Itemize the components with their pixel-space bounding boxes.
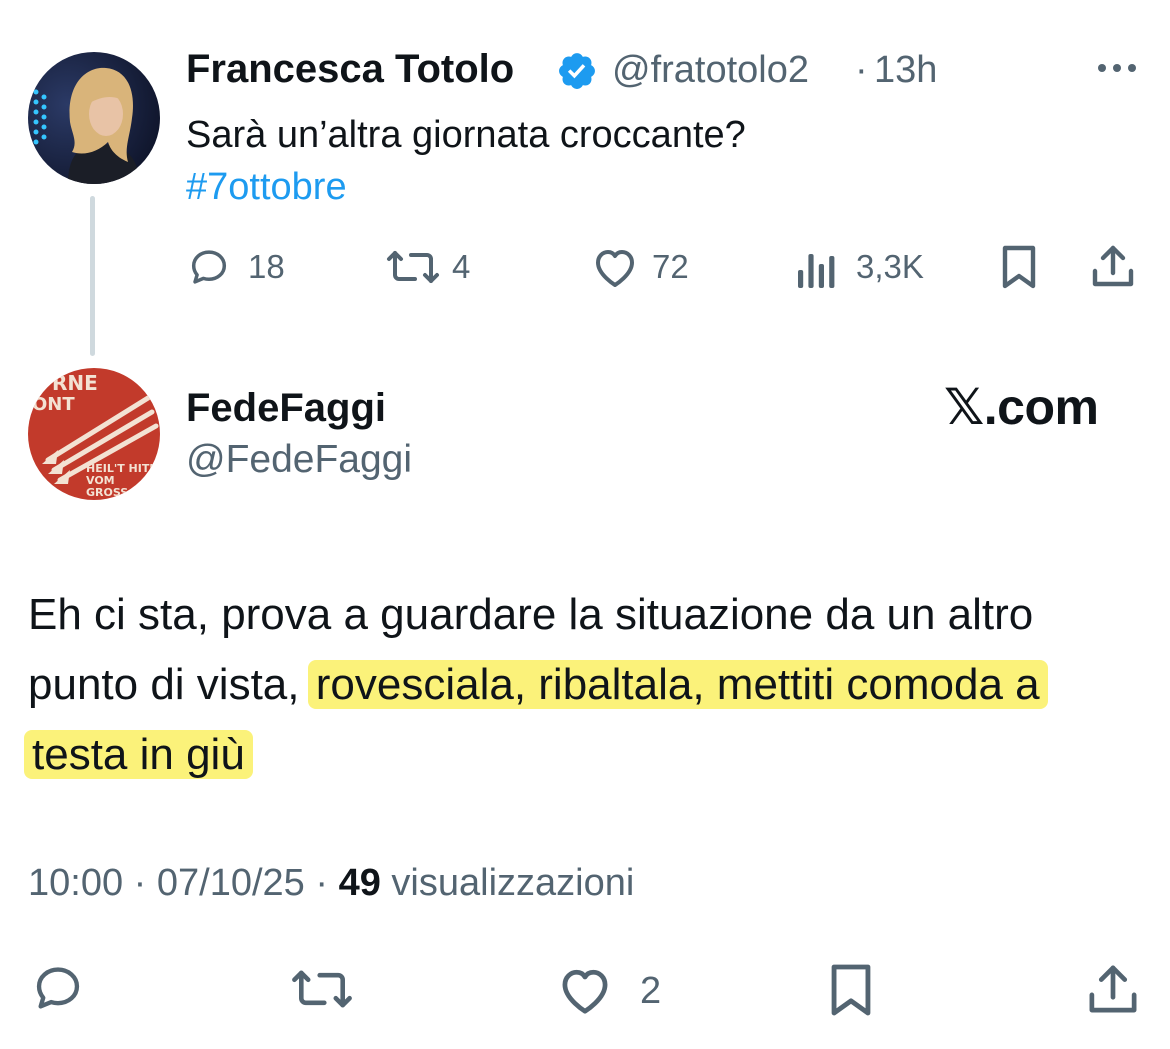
reply-views-count: 49 (338, 862, 381, 904)
reply-date[interactable]: 07/10/25 (157, 862, 305, 904)
x-logo-watermark: 𝕏.com (944, 379, 1099, 435)
views-icon[interactable] (796, 248, 838, 288)
reply-views-label: visualizzazioni (391, 862, 635, 904)
avatar-text-top: RNE (52, 371, 98, 395)
reply-author-handle[interactable]: @FedeFaggi (186, 438, 412, 482)
separator-dot: · (855, 49, 868, 91)
like-count: 72 (652, 248, 689, 285)
avatar-text-bottom3: GROSS (86, 486, 128, 499)
more-icon[interactable] (1094, 56, 1140, 80)
reply-count: 18 (248, 248, 285, 285)
author-name[interactable]: Francesca Totolo (186, 47, 514, 92)
author-handle[interactable]: @fratotolo2 (612, 49, 809, 92)
post-metadata: 10:00 · 07/10/25 · 49 visualizzazioni (28, 862, 635, 904)
avatar-text-top2: ONT (32, 394, 75, 415)
like-icon[interactable] (590, 245, 640, 289)
reply-repost-icon[interactable] (286, 966, 358, 1012)
views-count: 3,3K (856, 248, 924, 285)
reply-author-name[interactable]: FedeFaggi (186, 386, 386, 431)
reply-bookmark-icon[interactable] (828, 962, 874, 1018)
post-time[interactable]: 13h (874, 49, 937, 92)
avatar-francesca-totolo[interactable] (28, 52, 160, 184)
bookmark-icon[interactable] (1000, 244, 1038, 290)
reply-like-icon[interactable] (555, 964, 615, 1016)
verified-badge-icon (556, 50, 598, 92)
avatar-fedefaggi[interactable]: RNE ONT HEIL'T HITL VOM GROSS (28, 368, 160, 500)
reply-share-icon[interactable] (1086, 962, 1140, 1016)
reply-time[interactable]: 10:00 (28, 862, 123, 904)
reply-text: Eh ci sta, prova a guardare la situazion… (24, 580, 1138, 790)
post-text: Sarà un’altra giornata croccante? (186, 114, 746, 156)
reply-reply-icon[interactable] (30, 962, 86, 1014)
reply-like-count: 2 (640, 970, 662, 1012)
share-icon[interactable] (1090, 243, 1136, 289)
repost-count: 4 (452, 248, 471, 285)
thread-line (90, 196, 95, 356)
reply-icon[interactable] (186, 246, 232, 288)
hashtag-link[interactable]: #7ottobre (186, 162, 347, 212)
repost-icon[interactable] (382, 247, 444, 287)
